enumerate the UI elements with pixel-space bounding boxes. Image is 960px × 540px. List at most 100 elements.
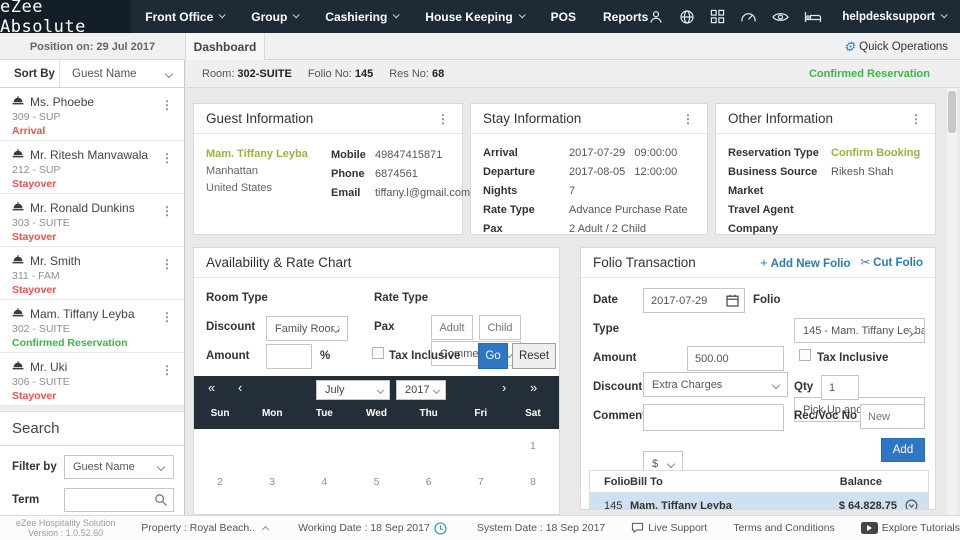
guest-status: Stayover: [12, 231, 176, 243]
calendar-day[interactable]: 7: [455, 465, 507, 500]
kebab-menu-icon[interactable]: [161, 310, 174, 324]
calendar-day[interactable]: [350, 429, 402, 464]
pax-label: Pax: [374, 321, 394, 333]
reservation-type-value: Confirm Booking: [831, 144, 920, 163]
calendar-day[interactable]: 3: [246, 465, 298, 500]
recvoc-input[interactable]: [860, 404, 925, 429]
guest-list-item[interactable]: Mam. Tiffany Leyba 302 - SUITE Confirmed…: [0, 300, 184, 353]
prev-year-arrow[interactable]: [208, 380, 215, 395]
calendar-day[interactable]: 4: [298, 465, 350, 500]
date-label: Date: [593, 294, 618, 306]
kebab-menu-icon[interactable]: [910, 112, 923, 126]
bell-icon: [12, 360, 24, 374]
card-title: Folio Transaction: [593, 255, 696, 270]
guest-list-item[interactable]: Mr. Ronald Dunkins 303 - SUITE Stayover: [0, 194, 184, 247]
next-year-arrow[interactable]: [530, 380, 537, 395]
kebab-menu-icon[interactable]: [161, 257, 174, 271]
guest-name: Ms. Phoebe: [30, 95, 94, 109]
room-type-select[interactable]: Family Room: [266, 316, 348, 341]
live-support-link[interactable]: Live Support: [631, 522, 707, 534]
top-navbar: eZee Absolute Front Office Group Cashier…: [0, 0, 960, 33]
menu-house-keeping[interactable]: House Keeping: [425, 10, 523, 24]
table-row[interactable]: 145 Mam. Tiffany Leyba $ 64,828.75: [590, 493, 928, 510]
folio-no-value: 145: [355, 68, 373, 80]
quick-operations-button[interactable]: Quick Operations: [843, 33, 948, 60]
kebab-menu-icon[interactable]: [682, 112, 695, 126]
guest-list-item[interactable]: Ms. Phoebe 309 - SUP Arrival: [0, 88, 184, 141]
menu-front-office[interactable]: Front Office: [145, 10, 224, 24]
kebab-menu-icon[interactable]: [161, 151, 174, 165]
folio-select[interactable]: 145 - Mam. Tiffany Leyba: [794, 318, 925, 343]
sort-by-select[interactable]: Guest Name: [60, 60, 184, 87]
discount-label: Discount: [593, 381, 642, 393]
vertical-scrollbar-track[interactable]: [947, 88, 957, 515]
gauge-icon[interactable]: [740, 10, 757, 24]
kebab-menu-icon[interactable]: [161, 363, 174, 377]
calendar-day[interactable]: [246, 429, 298, 464]
user-icon[interactable]: [648, 9, 664, 25]
guest-list-item[interactable]: Mr. Uki 306 - SUITE Stayover: [0, 353, 184, 406]
charge-type-select[interactable]: Extra Charges: [643, 372, 788, 397]
comment-label: Comment: [593, 410, 646, 422]
percent-label: %: [320, 350, 330, 362]
kebab-menu-icon[interactable]: [161, 204, 174, 218]
calendar-day[interactable]: [298, 429, 350, 464]
calendar-day[interactable]: 2: [194, 465, 246, 500]
expand-row-icon[interactable]: [905, 499, 918, 510]
globe-icon[interactable]: [679, 9, 695, 25]
comment-input[interactable]: [643, 404, 784, 431]
clock-icon: [434, 522, 447, 535]
apps-grid-icon[interactable]: [710, 9, 725, 24]
tax-inclusive-checkbox[interactable]: [372, 347, 384, 359]
calendar-day[interactable]: [194, 429, 246, 464]
calendar-day[interactable]: 6: [403, 465, 455, 500]
room-value: 302-SUITE: [237, 68, 291, 80]
add-button[interactable]: Add: [881, 438, 925, 462]
menu-reports[interactable]: Reports: [603, 10, 648, 24]
tax-inclusive-checkbox[interactable]: [799, 349, 811, 361]
menu-group[interactable]: Group: [251, 10, 298, 24]
mobile-label: Mobile: [331, 146, 375, 165]
guest-list-item[interactable]: Mr. Ritesh Manvawala 212 - SUP Stayover: [0, 141, 184, 194]
add-new-folio-link[interactable]: Add New Folio: [760, 255, 850, 270]
go-button[interactable]: Go: [478, 343, 508, 369]
calendar-day[interactable]: 8: [507, 465, 559, 500]
folio-no-info: Folio No:145: [308, 68, 373, 80]
account-menu[interactable]: helpdesksupport: [842, 11, 946, 23]
calendar-day[interactable]: 1: [507, 429, 559, 464]
amount-input[interactable]: [266, 344, 312, 369]
kebab-menu-icon[interactable]: [161, 98, 174, 112]
kebab-menu-icon[interactable]: [437, 112, 450, 126]
reset-button[interactable]: Reset: [512, 343, 556, 369]
calendar-icon[interactable]: [726, 294, 739, 307]
terms-link[interactable]: Terms and Conditions: [733, 522, 835, 534]
tab-dashboard[interactable]: Dashboard: [185, 33, 265, 60]
row-folio: 145: [590, 500, 624, 511]
pax-adult-input[interactable]: [431, 315, 473, 340]
next-month-arrow[interactable]: [502, 380, 506, 395]
filter-by-label: Filter by: [12, 461, 64, 473]
filter-by-select[interactable]: Guest Name: [64, 455, 174, 479]
chevron-down-icon: [293, 11, 300, 18]
prev-month-arrow[interactable]: [238, 380, 242, 395]
month-select[interactable]: July: [316, 380, 390, 400]
menu-cashiering[interactable]: Cashiering: [325, 10, 398, 24]
vertical-scrollbar-thumb[interactable]: [948, 91, 956, 133]
guest-list-item[interactable]: Mr. Smith 311 - FAM Stayover: [0, 247, 184, 300]
cut-folio-link[interactable]: Cut Folio: [861, 255, 923, 270]
calendar-day[interactable]: [403, 429, 455, 464]
eye-icon[interactable]: [772, 11, 789, 23]
bed-icon[interactable]: [804, 10, 822, 24]
calendar-day[interactable]: [455, 429, 507, 464]
tutorials-link[interactable]: Explore Tutorials: [861, 522, 960, 534]
menu-pos[interactable]: POS: [551, 10, 576, 24]
charge-amount-input[interactable]: [687, 346, 784, 371]
row-balance: $ 64,828.75: [839, 500, 897, 511]
row-bill-to: Mam. Tiffany Leyba: [624, 500, 839, 511]
guest-room: 309 - SUP: [12, 111, 176, 123]
property-selector[interactable]: Property : Royal Beach..: [141, 522, 268, 534]
calendar-day[interactable]: 5: [350, 465, 402, 500]
qty-input[interactable]: [821, 375, 859, 400]
pax-child-input[interactable]: [479, 315, 521, 340]
year-select[interactable]: 2017: [396, 380, 446, 400]
